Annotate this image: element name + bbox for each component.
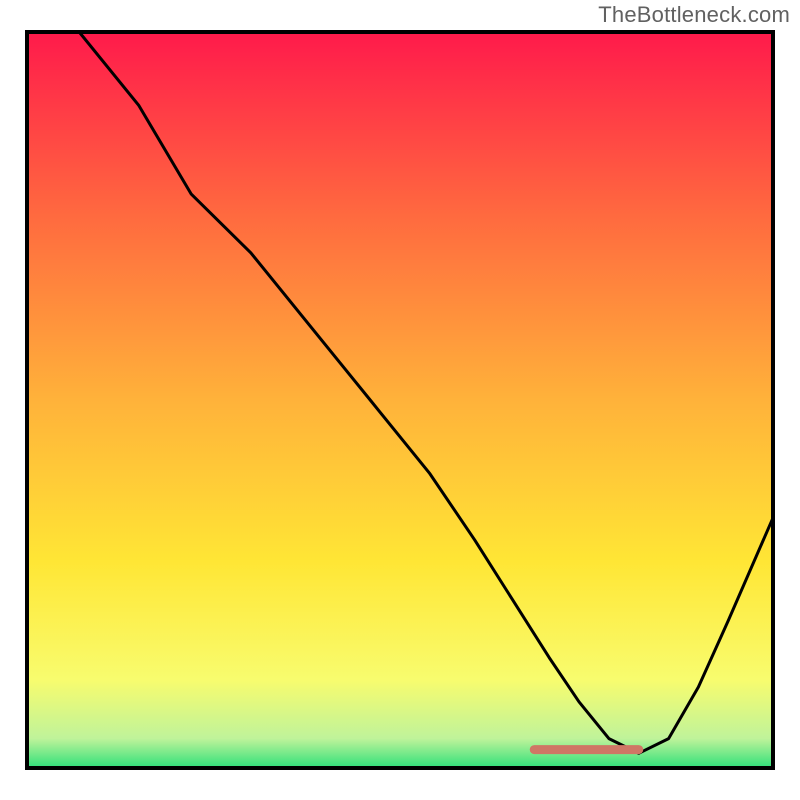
chart-stage: TheBottleneck.com (0, 0, 800, 800)
plot-area (25, 30, 775, 770)
gradient-background (27, 32, 773, 768)
watermark-text: TheBottleneck.com (598, 2, 790, 28)
chart-svg (25, 30, 775, 770)
